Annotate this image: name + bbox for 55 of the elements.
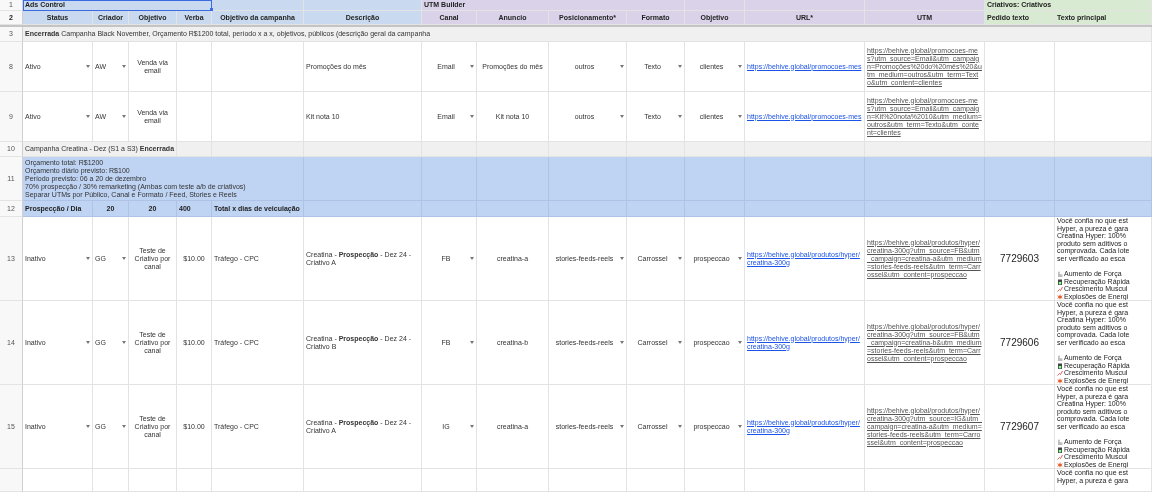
caret-icon [470, 65, 474, 68]
burst-icon [1057, 461, 1063, 468]
battery-icon [1057, 278, 1063, 285]
caret-icon [620, 115, 624, 118]
caret-icon [738, 257, 742, 260]
caret-icon [620, 425, 624, 428]
arm-icon [1057, 354, 1063, 361]
caret-icon [620, 65, 624, 68]
caret-icon [86, 425, 90, 428]
arm-icon [1057, 438, 1063, 445]
empty-cell [627, 469, 685, 492]
table-cell: 7729603 [985, 217, 1055, 301]
battery-icon [1057, 362, 1063, 369]
caret-icon [738, 65, 742, 68]
caret-icon [470, 425, 474, 428]
table-cell: 7729606 [985, 301, 1055, 385]
caret-icon [738, 115, 742, 118]
empty-cell [685, 469, 745, 492]
caret-icon [620, 341, 624, 344]
caret-icon [678, 341, 682, 344]
burst-icon [1057, 293, 1063, 300]
caret-icon [86, 65, 90, 68]
caret-icon [470, 341, 474, 344]
caret-icon [122, 425, 126, 428]
caret-icon [86, 257, 90, 260]
empty-cell [177, 469, 212, 492]
burst-icon [1057, 377, 1063, 384]
empty-cell [93, 469, 129, 492]
caret-icon [470, 115, 474, 118]
empty-cell [177, 42, 212, 92]
caret-icon [122, 257, 126, 260]
caret-icon [122, 65, 126, 68]
caret-icon [122, 341, 126, 344]
caret-icon [86, 115, 90, 118]
chart-icon [1057, 286, 1063, 293]
chart-icon [1057, 370, 1063, 377]
empty-cell [129, 469, 177, 492]
caret-icon [470, 257, 474, 260]
empty-cell [422, 469, 477, 492]
chart-icon [1057, 454, 1063, 461]
selection-handle[interactable] [210, 8, 213, 11]
empty-cell [477, 469, 549, 492]
caret-icon [122, 115, 126, 118]
caret-icon [86, 341, 90, 344]
caret-icon [738, 341, 742, 344]
empty-cell [985, 42, 1055, 92]
table-cell: 7729607 [985, 385, 1055, 469]
caret-icon [678, 65, 682, 68]
caret-icon [678, 115, 682, 118]
caret-icon [678, 257, 682, 260]
caret-icon [678, 425, 682, 428]
battery-icon [1057, 446, 1063, 453]
caret-icon [738, 425, 742, 428]
caret-icon [620, 257, 624, 260]
arm-icon [1057, 270, 1063, 277]
